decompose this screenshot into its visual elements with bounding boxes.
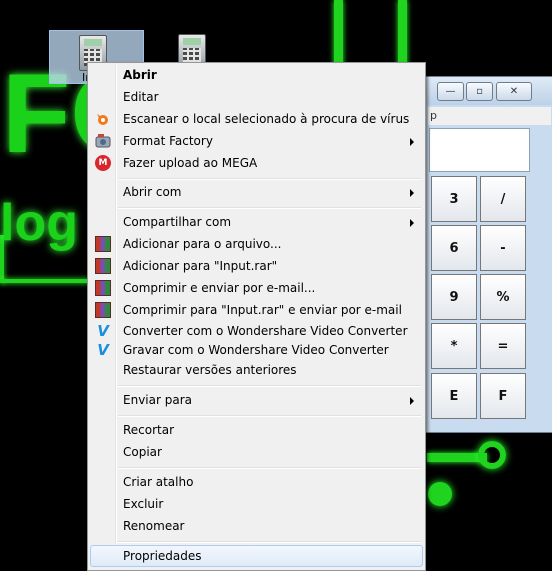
menu-separator [118,541,421,543]
mega-icon: M [95,155,111,171]
menu-item-format-factory[interactable]: Format Factory [90,131,423,151]
calc-key-9[interactable]: 9 [431,274,477,320]
wondershare-icon: V [97,341,109,359]
submenu-arrow-icon [410,219,414,227]
circuit-line [0,279,90,283]
winrar-icon [95,302,111,318]
calc-key-3[interactable]: 3 [431,176,477,222]
menu-item-label: Abrir [123,68,157,82]
menu-separator [118,207,421,209]
menu-item-open-with[interactable]: Abrir com [90,182,423,202]
calc-key-divide[interactable]: / [480,176,526,222]
menu-item-compress-input-rar-email[interactable]: Comprimir para "Input.rar" e enviar por … [90,300,423,320]
menu-item-label: Propriedades [123,549,202,563]
wondershare-icon: V [97,322,109,340]
menu-item-label: Compartilhar com [123,215,232,229]
circuit-node [478,441,506,469]
menu-item-add-to-archive[interactable]: Adicionar para o arquivo... [90,234,423,254]
calc-key-percent[interactable]: % [480,274,526,320]
format-factory-icon [95,133,111,149]
menu-item-wondershare-convert[interactable]: V Converter com o Wondershare Video Conv… [90,321,423,341]
menu-separator [118,467,421,469]
menu-item-label: Fazer upload ao MEGA [123,156,258,170]
menu-item-edit[interactable]: Editar [90,87,423,107]
winrar-icon [95,236,111,252]
menu-item-label: Copiar [123,445,162,459]
calculator-titlebar[interactable]: — ▫ ✕ [426,77,552,105]
minimize-button[interactable]: — [437,82,464,101]
calc-key-6[interactable]: 6 [431,225,477,271]
calc-key-e[interactable]: E [431,373,477,419]
circuit-node [428,482,452,506]
maximize-button[interactable]: ▫ [466,82,493,101]
menu-item-mega-upload[interactable]: M Fazer upload ao MEGA [90,153,423,173]
menu-item-send-to[interactable]: Enviar para [90,390,423,410]
menu-item-restore-versions[interactable]: Restaurar versões anteriores [90,360,423,380]
calc-key-minus[interactable]: - [480,225,526,271]
menu-item-open[interactable]: Abrir [90,65,423,85]
menu-item-delete[interactable]: Excluir [90,494,423,514]
calc-key-multiply[interactable]: * [431,323,477,369]
menu-item-properties[interactable]: Propriedades [90,545,423,567]
menu-item-label: Editar [123,90,159,104]
calculator-menubar[interactable]: p [428,107,551,125]
menu-item-label: Adicionar para o arquivo... [123,237,282,251]
background-blog-text: log [0,194,78,252]
submenu-arrow-icon [410,397,414,405]
submenu-arrow-icon [410,138,414,146]
close-button[interactable]: ✕ [496,82,532,101]
menu-item-wondershare-burn[interactable]: V Gravar com o Wondershare Video Convert… [90,340,423,360]
menu-item-share-with[interactable]: Compartilhar com [90,212,423,232]
menu-item-cut[interactable]: Recortar [90,420,423,440]
calculator-window[interactable]: — ▫ ✕ p 3 / 6 - 9 % * = E F [425,76,552,433]
menu-separator [118,415,421,417]
menu-item-label: Criar atalho [123,475,194,489]
menu-separator [118,178,421,180]
menu-separator [118,385,421,387]
menu-item-label: Abrir com [123,185,182,199]
menu-item-add-to-input-rar[interactable]: Adicionar para "Input.rar" [90,256,423,276]
menu-item-scan-virus[interactable]: Escanear o local selecionado à procura d… [90,109,423,129]
menu-item-label: Format Factory [123,134,213,148]
menu-item-label: Converter com o Wondershare Video Conver… [123,324,408,338]
menu-item-rename[interactable]: Renomear [90,516,423,536]
menu-item-create-shortcut[interactable]: Criar atalho [90,472,423,492]
menu-item-label: Comprimir e enviar por e-mail... [123,281,316,295]
menu-item-label: Gravar com o Wondershare Video Converter [123,343,389,357]
menu-item-label: Enviar para [123,393,192,407]
avast-icon [95,111,111,127]
menu-item-label: Restaurar versões anteriores [123,363,297,377]
menu-item-label: Comprimir para "Input.rar" e enviar por … [123,303,402,317]
menu-item-label: Excluir [123,497,164,511]
calc-key-equals[interactable]: = [480,323,526,369]
menu-item-compress-email[interactable]: Comprimir e enviar por e-mail... [90,278,423,298]
winrar-icon [95,258,111,274]
menu-item-label: Adicionar para "Input.rar" [123,259,278,273]
calculator-display [429,128,530,172]
menu-item-copy[interactable]: Copiar [90,442,423,462]
context-menu: Abrir Editar Escanear o local selecionad… [87,62,426,571]
menu-item-label: Recortar [123,423,175,437]
calc-key-f[interactable]: F [480,373,526,419]
calculator-menu-help[interactable]: p [430,109,437,122]
menu-item-label: Renomear [123,519,185,533]
menu-item-label: Escanear o local selecionado à procura d… [123,112,410,126]
submenu-arrow-icon [410,189,414,197]
mega-icon-letter: M [98,158,108,168]
winrar-icon [95,280,111,296]
